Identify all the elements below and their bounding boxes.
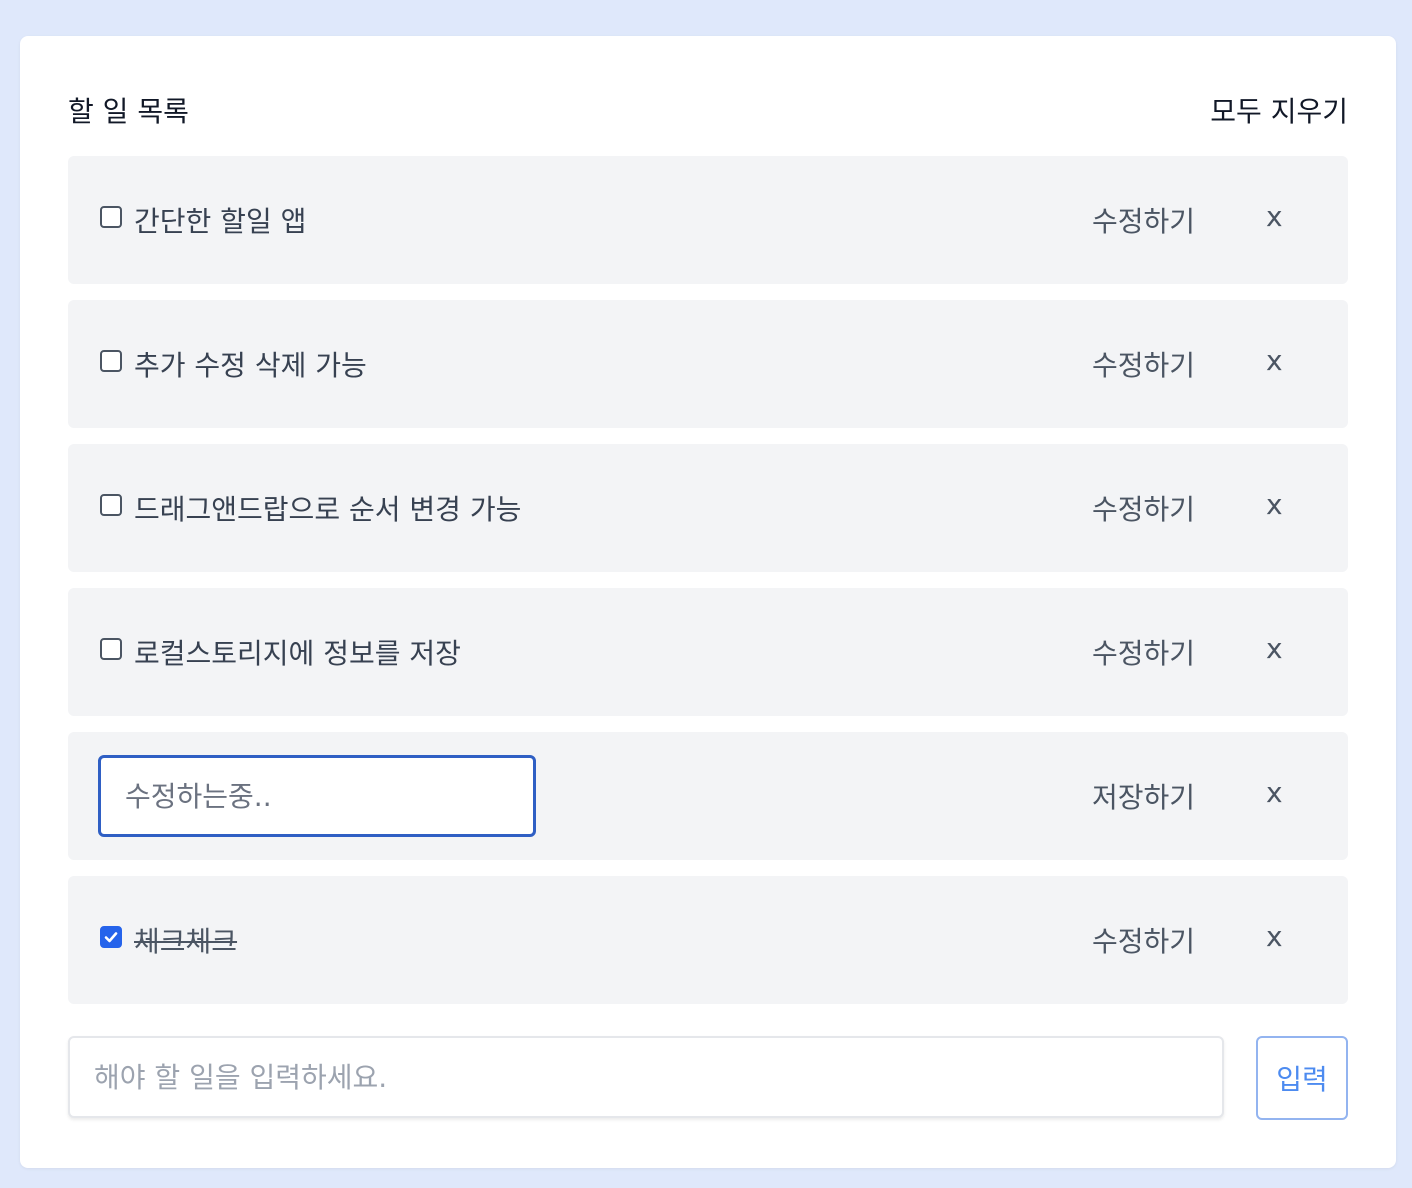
submit-button[interactable]: 입력 bbox=[1256, 1036, 1348, 1120]
todo-text: 체크체크 bbox=[134, 925, 238, 958]
edit-todo-input[interactable] bbox=[98, 755, 536, 837]
edit-button[interactable]: 수정하기 bbox=[1092, 344, 1195, 384]
todo-card: 할 일 목록 모두 지우기 간단한 할일 앱 수정하기 x 추가 수정 삭제 가… bbox=[20, 36, 1396, 1168]
clear-all-button[interactable]: 모두 지우기 bbox=[1210, 90, 1348, 130]
todo-item[interactable]: 추가 수정 삭제 가능 수정하기 x bbox=[68, 300, 1348, 428]
new-todo-input[interactable] bbox=[68, 1036, 1224, 1118]
todo-checkbox-checked[interactable] bbox=[100, 926, 122, 948]
delete-button[interactable]: x bbox=[1266, 776, 1283, 809]
todo-item[interactable]: 로컬스토리지에 정보를 저장 수정하기 x bbox=[68, 588, 1348, 716]
todo-item[interactable]: 체크체크 수정하기 x bbox=[68, 876, 1348, 1004]
todo-item-editing[interactable]: 저장하기 x bbox=[68, 732, 1348, 860]
todo-checkbox[interactable] bbox=[100, 494, 122, 516]
delete-button[interactable]: x bbox=[1266, 344, 1283, 377]
edit-button[interactable]: 수정하기 bbox=[1092, 200, 1195, 240]
todo-checkbox[interactable] bbox=[100, 206, 122, 228]
todo-text: 로컬스토리지에 정보를 저장 bbox=[134, 637, 461, 670]
todo-header: 할 일 목록 모두 지우기 bbox=[68, 88, 1348, 128]
todo-text: 간단한 할일 앱 bbox=[134, 205, 307, 238]
checkmark-icon bbox=[104, 932, 118, 943]
todo-list: 간단한 할일 앱 수정하기 x 추가 수정 삭제 가능 수정하기 x 드래그앤드… bbox=[68, 156, 1348, 1020]
delete-button[interactable]: x bbox=[1266, 488, 1283, 521]
todo-checkbox[interactable] bbox=[100, 638, 122, 660]
delete-button[interactable]: x bbox=[1266, 920, 1283, 953]
todo-text: 드래그앤드랍으로 순서 변경 가능 bbox=[134, 493, 522, 526]
todo-item[interactable]: 간단한 할일 앱 수정하기 x bbox=[68, 156, 1348, 284]
delete-button[interactable]: x bbox=[1266, 200, 1283, 233]
todo-checkbox[interactable] bbox=[100, 350, 122, 372]
edit-button[interactable]: 수정하기 bbox=[1092, 632, 1195, 672]
save-button[interactable]: 저장하기 bbox=[1092, 776, 1195, 816]
delete-button[interactable]: x bbox=[1266, 632, 1283, 665]
todo-text: 추가 수정 삭제 가능 bbox=[134, 349, 367, 382]
edit-button[interactable]: 수정하기 bbox=[1092, 920, 1195, 960]
edit-button[interactable]: 수정하기 bbox=[1092, 488, 1195, 528]
page-title: 할 일 목록 bbox=[68, 95, 189, 128]
todo-item[interactable]: 드래그앤드랍으로 순서 변경 가능 수정하기 x bbox=[68, 444, 1348, 572]
